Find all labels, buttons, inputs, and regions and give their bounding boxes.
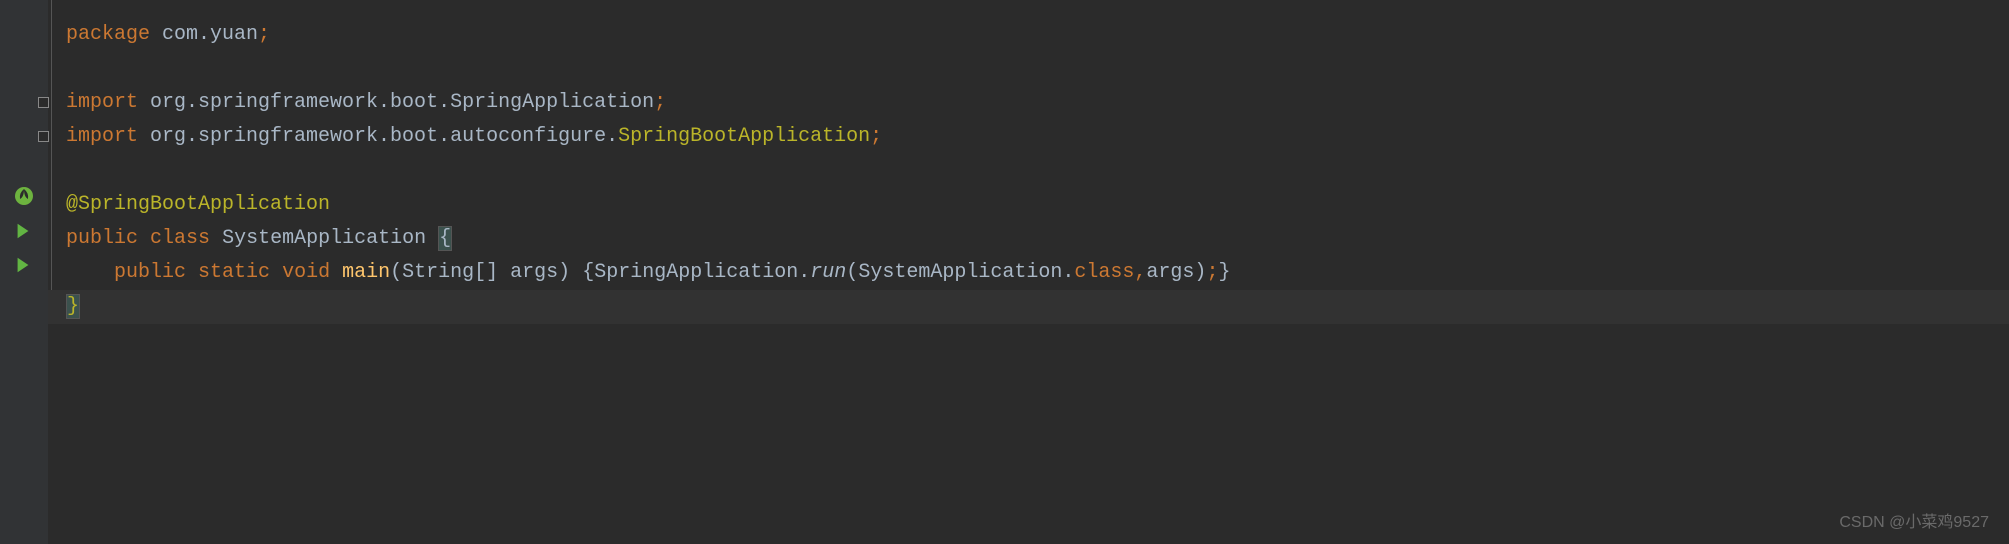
semicolon: ; (870, 125, 882, 148)
editor-container: package com.yuan; import org.springframe… (0, 0, 2009, 544)
keyword-static: static (198, 261, 270, 284)
keyword-public: public (114, 261, 186, 284)
keyword-import: import (66, 125, 138, 148)
import-path: org.springframework.boot.autoconfigure. (138, 125, 618, 148)
open-paren: ( (390, 261, 402, 284)
type-string: String (402, 261, 474, 284)
run-class-icon[interactable] (14, 222, 34, 242)
code-line-package[interactable]: package com.yuan; (48, 18, 2009, 52)
keyword-class: class (1074, 261, 1134, 284)
package-name: com.yuan (150, 23, 258, 46)
gutter (0, 0, 48, 544)
semicolon: ; (258, 23, 270, 46)
fold-end-icon[interactable] (38, 131, 49, 142)
semicolon: ; (654, 91, 666, 114)
open-brace: { (582, 261, 594, 284)
annotation: @SpringBootApplication (66, 193, 330, 216)
spring-leaf-icon[interactable] (14, 186, 34, 206)
code-line-empty[interactable] (48, 52, 2009, 86)
code-line-import1[interactable]: import org.springframework.boot.SpringAp… (48, 86, 2009, 120)
annotation-class: SpringBootApplication (618, 125, 870, 148)
args-var: args (1146, 261, 1194, 284)
fold-icon[interactable] (38, 97, 49, 108)
keyword-public: public (66, 227, 138, 250)
open-brace: { (438, 226, 452, 251)
close-brace: } (66, 294, 80, 319)
keyword-package: package (66, 23, 150, 46)
method-main: main (342, 261, 390, 284)
close-paren: ) (558, 261, 570, 284)
open-paren: ( (846, 261, 858, 284)
close-brace: } (1218, 261, 1230, 284)
code-line-annotation[interactable]: @SpringBootApplication (48, 188, 2009, 222)
watermark: CSDN @小菜鸡9527 (1839, 508, 1989, 532)
import-path: org.springframework.boot.SpringApplicati… (138, 91, 654, 114)
args-param: [] args (474, 261, 558, 284)
code-line-class-decl[interactable]: public class SystemApplication { (48, 222, 2009, 256)
keyword-class: class (150, 227, 210, 250)
code-line-main[interactable]: public static void main(String[] args) {… (48, 256, 2009, 290)
code-line-empty[interactable] (48, 154, 2009, 188)
close-paren: ) (1194, 261, 1206, 284)
code-line-close[interactable]: } (48, 290, 2009, 324)
run-method: run (810, 261, 846, 284)
class-name: SystemApplication (222, 227, 426, 250)
run-method-icon[interactable] (14, 256, 34, 276)
semicolon: ; (1206, 261, 1218, 284)
code-editor[interactable]: package com.yuan; import org.springframe… (48, 0, 2009, 544)
code-line-import2[interactable]: import org.springframework.boot.autoconf… (48, 120, 2009, 154)
keyword-import: import (66, 91, 138, 114)
keyword-void: void (282, 261, 330, 284)
sys-app-class: SystemApplication (858, 261, 1062, 284)
spring-app-class: SpringApplication (594, 261, 798, 284)
